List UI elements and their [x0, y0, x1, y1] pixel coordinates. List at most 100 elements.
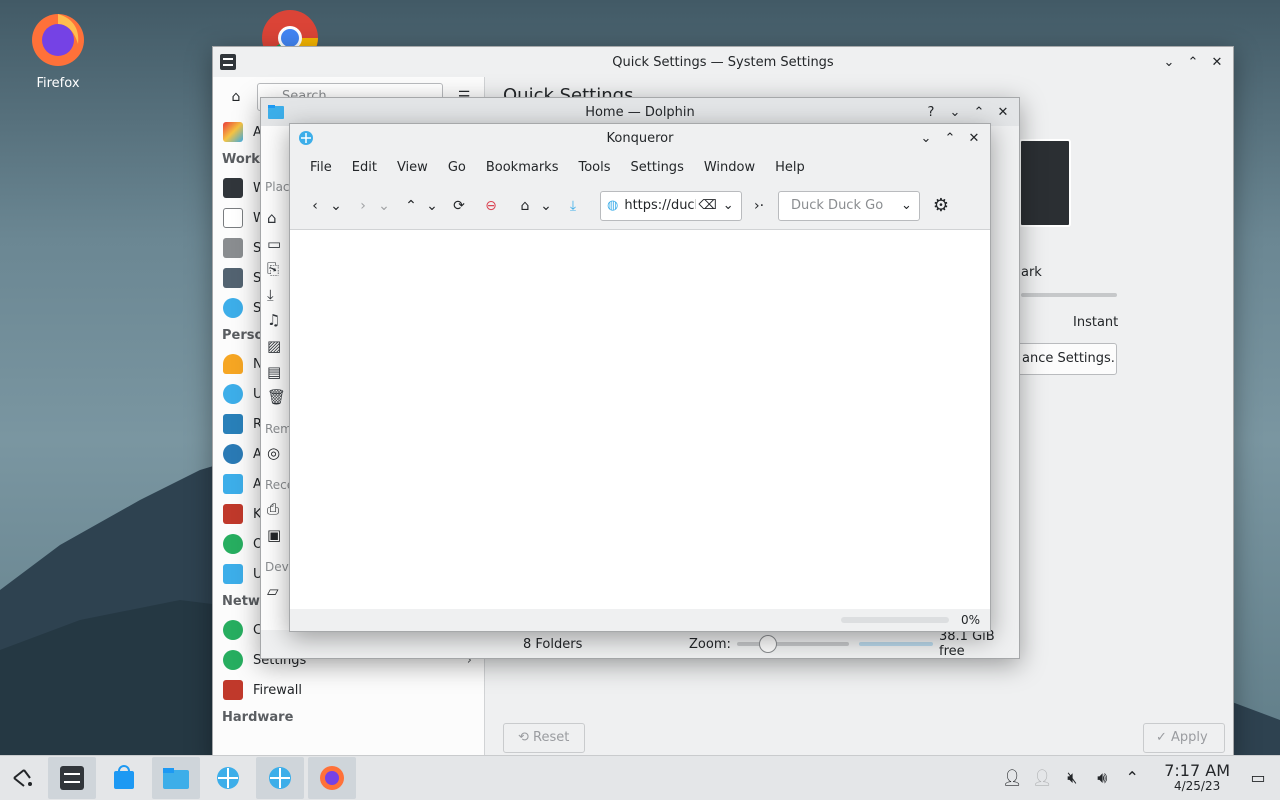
maximize-button[interactable]: ⌃	[940, 128, 960, 148]
web-content[interactable]	[290, 230, 990, 609]
maximize-button[interactable]: ⌃	[969, 102, 989, 122]
task-konqueror-1[interactable]	[204, 757, 252, 799]
music-icon[interactable]: ♫	[267, 308, 286, 334]
apply-button[interactable]: ✓ Apply	[1143, 723, 1225, 753]
network-icon[interactable]: ◎	[267, 444, 280, 462]
go-icon[interactable]: ›·	[746, 193, 772, 219]
search-engine-dropdown-icon[interactable]: ⌄	[901, 198, 912, 213]
home-icon[interactable]: ⌂	[512, 193, 538, 219]
startup-icon	[223, 268, 243, 288]
menu-bookmarks[interactable]: Bookmarks	[476, 160, 569, 175]
url-history-dropdown-icon[interactable]: ⌄	[723, 198, 734, 213]
konqueror-icon	[217, 767, 239, 789]
download-icon[interactable]: ⤓	[560, 193, 586, 219]
volume-icon[interactable]: 🔊︎	[1092, 768, 1112, 788]
maximize-button[interactable]: ⌃	[1183, 52, 1203, 72]
reset-icon: ⟲	[518, 730, 534, 745]
window-title: Konqueror	[606, 130, 674, 146]
konqueror-window: Konqueror ⌄ ⌃ ✕ File Edit View Go Bookma…	[289, 123, 991, 632]
clock[interactable]: 7:17 AM 4/25/23	[1164, 762, 1230, 792]
appearance-icon	[223, 122, 243, 142]
reload-icon[interactable]: ⟳	[446, 193, 472, 219]
show-desktop-icon[interactable]: ▭	[1248, 768, 1268, 788]
task-firefox[interactable]	[308, 757, 356, 799]
user-icon[interactable]: 👤︎	[1002, 768, 1022, 788]
titlebar[interactable]: Konqueror ⌄ ⌃ ✕	[290, 124, 990, 152]
gear-icon[interactable]: ⚙	[928, 193, 954, 219]
back-icon[interactable]: ‹	[302, 193, 328, 219]
firefox-icon	[32, 14, 84, 66]
search-bar[interactable]: Duck Duck Go ⌄	[778, 190, 920, 221]
home-dropdown-icon[interactable]: ⌄	[538, 193, 554, 219]
desktop-icon[interactable]: ▭	[267, 232, 286, 258]
theme-preview[interactable]	[1019, 139, 1071, 227]
window-title: Home — Dolphin	[585, 104, 695, 120]
trash-icon[interactable]: 🗑︎	[267, 385, 286, 411]
load-progress-text: 0%	[960, 613, 980, 627]
load-progress-bar	[840, 617, 949, 623]
status-bar: 0%	[290, 609, 990, 631]
button-label: ance Settings...	[1022, 351, 1117, 366]
up-dropdown-icon[interactable]: ⌄	[424, 193, 440, 219]
notifications-icon	[223, 354, 243, 374]
menu-edit[interactable]: Edit	[342, 160, 387, 175]
forward-dropdown-icon[interactable]: ⌄	[376, 193, 392, 219]
folder-icon	[268, 105, 284, 119]
titlebar[interactable]: Quick Settings — System Settings ⌄ ⌃ ✕	[213, 47, 1233, 77]
zoom-slider[interactable]	[737, 635, 849, 653]
drive-icon[interactable]: ▱	[267, 582, 279, 600]
advance-settings-button[interactable]: ance Settings...	[1013, 343, 1117, 375]
recent-locations-icon[interactable]: ▣	[267, 526, 281, 544]
reset-button[interactable]: ⟲ Reset	[503, 723, 585, 753]
section-heading: Hardware	[222, 710, 294, 725]
pictures-icon[interactable]: ▨	[267, 334, 286, 360]
menu-settings[interactable]: Settings	[621, 160, 694, 175]
sidebar-item-firewall[interactable]: Firewall	[213, 675, 484, 705]
minimize-button[interactable]: ⌄	[916, 128, 936, 148]
minimize-button[interactable]: ⌄	[1159, 52, 1179, 72]
animation-speed-slider[interactable]	[1021, 293, 1117, 297]
theme-label: ark	[1021, 265, 1042, 280]
stop-icon[interactable]: ⊖	[478, 193, 504, 219]
minimize-button[interactable]: ⌄	[945, 102, 965, 122]
task-dolphin[interactable]	[152, 757, 200, 799]
menu-go[interactable]: Go	[438, 160, 476, 175]
system-settings-icon	[60, 766, 84, 790]
zoom-slider-handle[interactable]	[759, 635, 777, 653]
menu-help[interactable]: Help	[765, 160, 815, 175]
online-accounts-icon	[223, 534, 243, 554]
clear-url-icon[interactable]: ⌫	[698, 198, 716, 213]
taskbar: 👤︎ 👤︎ 🔇︎ 🔊︎ ⌃ 7:17 AM 4/25/23 ▭	[0, 755, 1280, 800]
menu-window[interactable]: Window	[694, 160, 765, 175]
help-button[interactable]: ?	[921, 102, 941, 122]
url-text[interactable]: https://duck	[624, 198, 696, 213]
recent-files-icon[interactable]: ⎙	[267, 500, 279, 518]
url-bar[interactable]: ◍ https://duck ⌫ ⌄	[600, 190, 742, 221]
close-button[interactable]: ✕	[993, 102, 1013, 122]
titlebar[interactable]: Home — Dolphin ? ⌄ ⌃ ✕	[261, 98, 1019, 126]
desktop-firefox[interactable]: Firefox	[18, 8, 98, 91]
close-button[interactable]: ✕	[964, 128, 984, 148]
home-icon[interactable]: ⌂	[223, 84, 249, 110]
downloads-icon[interactable]: ⤓	[267, 283, 286, 309]
forward-icon[interactable]: ›	[350, 193, 376, 219]
user-switch-icon[interactable]: 👤︎	[1032, 768, 1052, 788]
videos-icon[interactable]: ▤	[267, 360, 286, 386]
task-system-settings[interactable]	[48, 757, 96, 799]
task-konqueror-2[interactable]	[256, 757, 304, 799]
close-button[interactable]: ✕	[1207, 52, 1227, 72]
up-icon[interactable]: ⌃	[398, 193, 424, 219]
home-icon[interactable]: ⌂	[267, 206, 286, 232]
task-discover[interactable]	[100, 757, 148, 799]
application-launcher[interactable]	[0, 757, 44, 799]
places-heading: Plac	[265, 180, 290, 194]
chevron-up-icon[interactable]: ⌃	[1122, 768, 1142, 788]
menu-view[interactable]: View	[387, 160, 438, 175]
menu-tools[interactable]: Tools	[568, 160, 620, 175]
documents-icon[interactable]: ⎘	[267, 257, 286, 283]
applications-icon	[223, 474, 243, 494]
mute-icon[interactable]: 🔇︎	[1062, 768, 1082, 788]
back-dropdown-icon[interactable]: ⌄	[328, 193, 344, 219]
menu-file[interactable]: File	[300, 160, 342, 175]
free-space-bar	[859, 642, 933, 646]
